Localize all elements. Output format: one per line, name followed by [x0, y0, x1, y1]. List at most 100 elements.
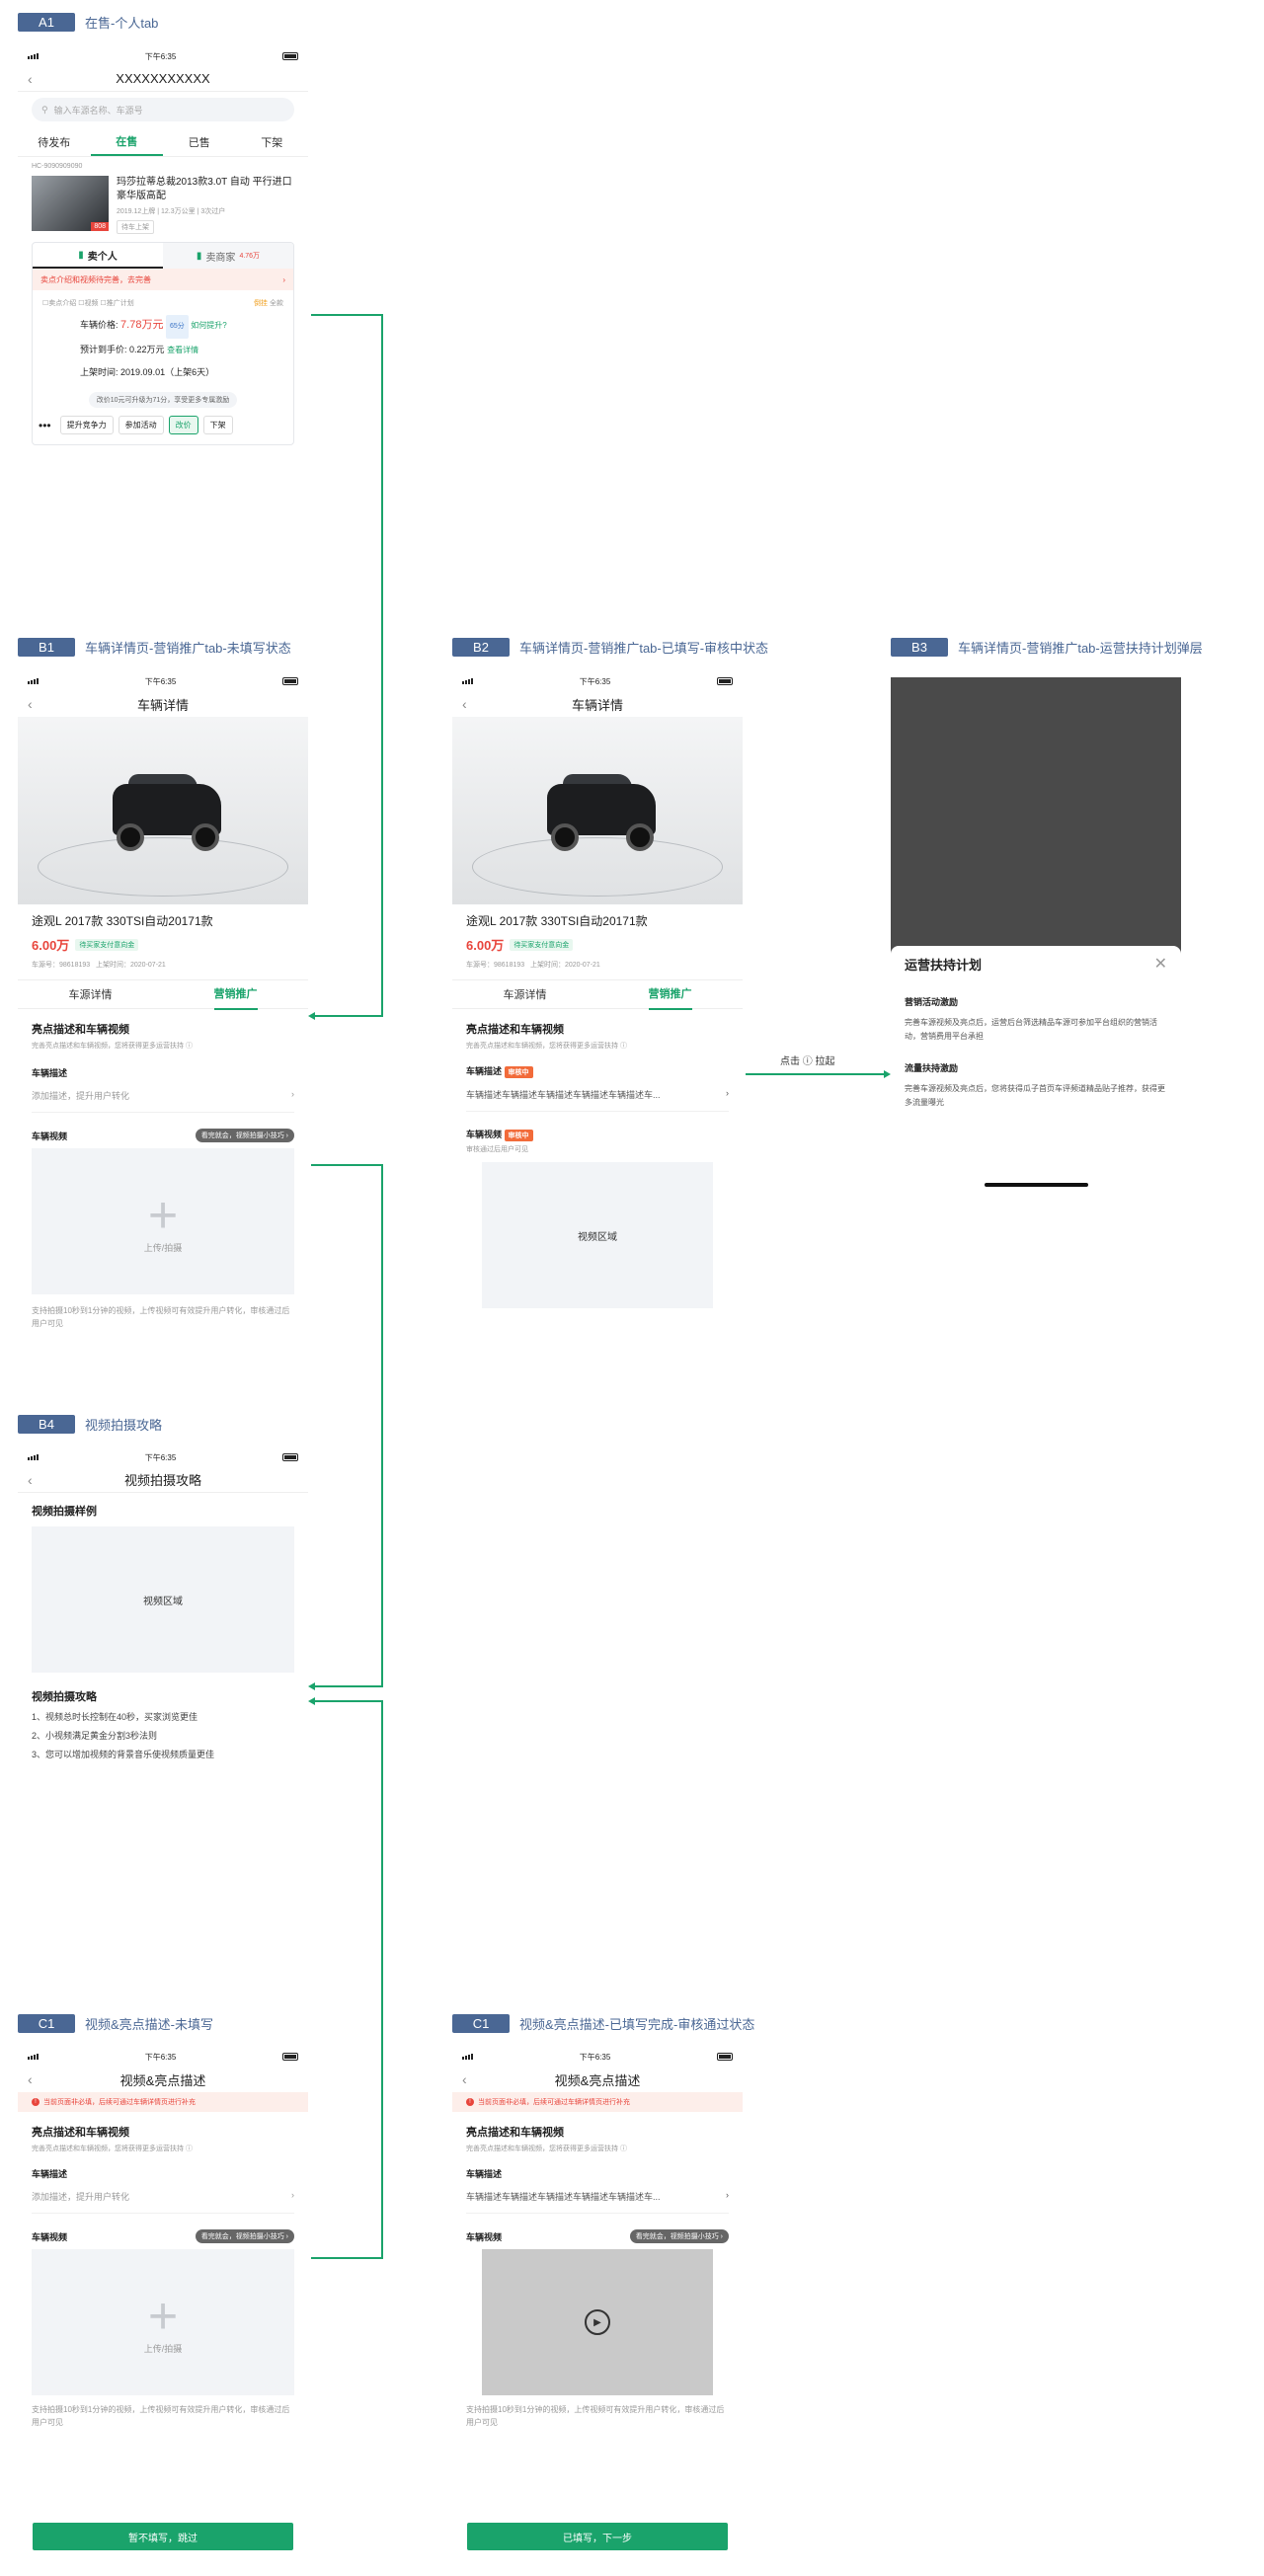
nav-bar: ‹ 车辆详情: [452, 691, 743, 717]
tab-on-sale[interactable]: 在售: [90, 127, 163, 156]
nav-bar: ‹ 视频拍摄攻略: [18, 1467, 308, 1493]
sheet-title: 运营扶持计划: [905, 957, 983, 973]
status-tabs: 待发布 在售 已售 下架: [18, 127, 308, 157]
pill-label: 看完就会，视频拍摄小技巧: [635, 2233, 719, 2240]
nav-bar: ‹ 视频&亮点描述: [452, 2067, 743, 2092]
review-badge: 审核中: [504, 1066, 533, 1078]
arrow-icon: [308, 1697, 315, 1705]
video-tips-button[interactable]: 看完就会，视频拍摄小技巧 ›: [195, 2229, 294, 2243]
support-sheet: 运营扶持计划 ✕ 营销活动激励 完善车源视频及亮点后，运营后台筛选精品车源可参加…: [891, 946, 1181, 1193]
tab-car-detail[interactable]: 车源详情: [18, 980, 163, 1008]
nav-bar: ‹ 车辆详情: [18, 691, 308, 717]
video-subtitle: 审核通过后用户可见: [466, 1146, 528, 1153]
tab-sell-dealer[interactable]: ▮ 卖商家 4.76万: [163, 243, 293, 269]
tab-label: 营销推广: [648, 978, 692, 1010]
status-time: 下午6:35: [579, 2052, 611, 2062]
back-icon[interactable]: ‹: [28, 71, 33, 87]
tab-car-detail[interactable]: 车源详情: [452, 980, 597, 1008]
desc-input[interactable]: 添加描述，提升用户转化 ›: [32, 2190, 294, 2214]
flow-line: [311, 2257, 382, 2259]
complete-warning[interactable]: 卖点介绍和视频待完善，去完善 ›: [33, 269, 293, 290]
score-badge: 65分: [165, 315, 189, 339]
improve-link[interactable]: 如何提升?: [191, 321, 226, 330]
optional-notice: ! 当前页面非必填，后续可通过车辆详情页进行补充: [18, 2092, 308, 2112]
back-icon[interactable]: ‹: [28, 2071, 33, 2087]
incentive-text: 完善车源视频及亮点后，运营后台筛选精品车源可参加平台组织的营销活动，营销费用平台…: [905, 1018, 1157, 1041]
skip-button[interactable]: 暂不填写，跳过: [33, 2523, 293, 2550]
section-title: 亮点描述和车辆视频: [466, 2127, 564, 2139]
tab-sold[interactable]: 已售: [163, 127, 236, 156]
section-a1-header: A1 在售-个人tab: [18, 13, 158, 32]
change-price-button[interactable]: 改价: [168, 416, 198, 434]
tab-offline[interactable]: 下架: [236, 127, 309, 156]
car-title: 途观L 2017款 330TSI自动20171款: [466, 914, 648, 928]
info-icon[interactable]: ⓘ: [620, 1043, 627, 1050]
status-tag: 全款: [270, 300, 283, 307]
next-button[interactable]: 已填写，下一步: [467, 2523, 728, 2550]
chevron-right-icon: ›: [291, 2190, 294, 2200]
compete-button[interactable]: 提升竞争力: [59, 416, 114, 434]
info-icon[interactable]: ⓘ: [186, 2146, 193, 2152]
info-icon[interactable]: ⓘ: [620, 2146, 627, 2152]
plus-icon: +: [147, 2287, 179, 2345]
guide-item: 2、小视频满足黄金分割3秒法则: [32, 1731, 158, 1741]
alert-icon: !: [32, 2098, 40, 2106]
video-tips-button[interactable]: 看完就会，视频拍摄小技巧 ›: [629, 2229, 729, 2243]
back-icon[interactable]: ‹: [462, 696, 467, 712]
chevron-right-icon: ›: [282, 274, 285, 284]
back-icon[interactable]: ‹: [28, 696, 33, 712]
tab-marketing[interactable]: 营销推广: [597, 978, 743, 1010]
desc-input[interactable]: 车辆描述车辆描述车辆描述车辆描述车辆描述车... ›: [466, 1088, 729, 1112]
video-area[interactable]: 视频区域: [482, 1162, 713, 1308]
video-label: 车辆视频: [466, 1130, 503, 1139]
expect-value: 0.22万元: [129, 345, 165, 354]
offline-button[interactable]: 下架: [202, 416, 233, 434]
flow-line: [314, 1685, 383, 1687]
status-time: 下午6:35: [144, 1452, 177, 1462]
nav-title: 视频&亮点描述: [119, 2072, 206, 2088]
tab-pending[interactable]: 待发布: [18, 127, 91, 156]
detail-tabs: 车源详情 营销推广: [452, 978, 743, 1010]
video-note: 支持拍摄10秒到1分钟的视频，上传视频可有效提升用户转化，审核通过后用户可见: [32, 2405, 290, 2427]
listed-row: 上架时间: 2019.09.01（上架6天）: [80, 361, 283, 383]
info-icon[interactable]: ⓘ: [186, 1043, 193, 1050]
signal-icon: [28, 2054, 39, 2060]
video-tips-button[interactable]: 看完就会，视频拍摄小技巧 ›: [195, 1129, 294, 1142]
play-icon[interactable]: ▶: [585, 2309, 610, 2335]
tab-marketing[interactable]: 营销推广: [163, 980, 308, 1010]
more-icon[interactable]: •••: [39, 419, 51, 432]
warning-text: 卖点介绍和视频待完善，去完善: [40, 274, 151, 284]
back-icon[interactable]: ‹: [28, 1472, 33, 1488]
activity-button[interactable]: 参加活动: [118, 416, 164, 434]
section-title: 视频拍摄攻略: [85, 1418, 163, 1433]
traffic-text: 完善车源视频及亮点后，您将获得瓜子首页车评频道精品贴子推荐，获得更多流量曝光: [905, 1084, 1165, 1107]
section-title: 亮点描述和车辆视频: [32, 2127, 129, 2139]
section-tag: B3: [891, 638, 948, 657]
review-badge: 审核中: [504, 1130, 533, 1141]
close-icon[interactable]: ✕: [1154, 954, 1167, 974]
price-label: 车辆价格:: [80, 320, 118, 330]
flow-line: [314, 1700, 383, 1702]
sample-video[interactable]: 视频区域: [32, 1526, 294, 1673]
car-price: 6.00万: [466, 938, 505, 953]
status-time: 下午6:35: [144, 51, 177, 61]
back-icon[interactable]: ‹: [462, 2071, 467, 2087]
car-card[interactable]: HC-9090909090 808 玛莎拉蒂总裁2013款3.0T 自动 平行进…: [18, 157, 308, 234]
video-upload[interactable]: + 上传/拍摄: [32, 1148, 294, 1294]
nav-title: XXXXXXXXXXX: [116, 71, 210, 86]
video-upload[interactable]: + 上传/拍摄: [32, 2249, 294, 2395]
phone-a1: 下午6:35 ‹ XXXXXXXXXXX ⚲ 输入车源名称、车源号 待发布 在售…: [18, 46, 308, 506]
signal-icon: [28, 53, 39, 59]
video-preview[interactable]: ▶: [482, 2249, 713, 2395]
car-number: 车源号：98618193: [466, 962, 525, 969]
tab-label: 卖个人: [87, 251, 118, 263]
flow-line: [746, 1073, 884, 1075]
upgrade-hint-wrap: 改价10元可升级为71分，享受更多专属激励: [42, 389, 283, 408]
desc-input[interactable]: 车辆描述车辆描述车辆描述车辆描述车辆描述车... ›: [466, 2190, 729, 2214]
search-input[interactable]: ⚲ 输入车源名称、车源号: [32, 98, 294, 121]
desc-input[interactable]: 添加描述，提升用户转化 ›: [32, 1089, 294, 1113]
status-bar: 下午6:35: [452, 2047, 743, 2067]
tab-sell-individual[interactable]: ▮ 卖个人: [33, 243, 163, 269]
status-time: 下午6:35: [144, 676, 177, 686]
detail-link[interactable]: 查看详情: [167, 346, 198, 354]
